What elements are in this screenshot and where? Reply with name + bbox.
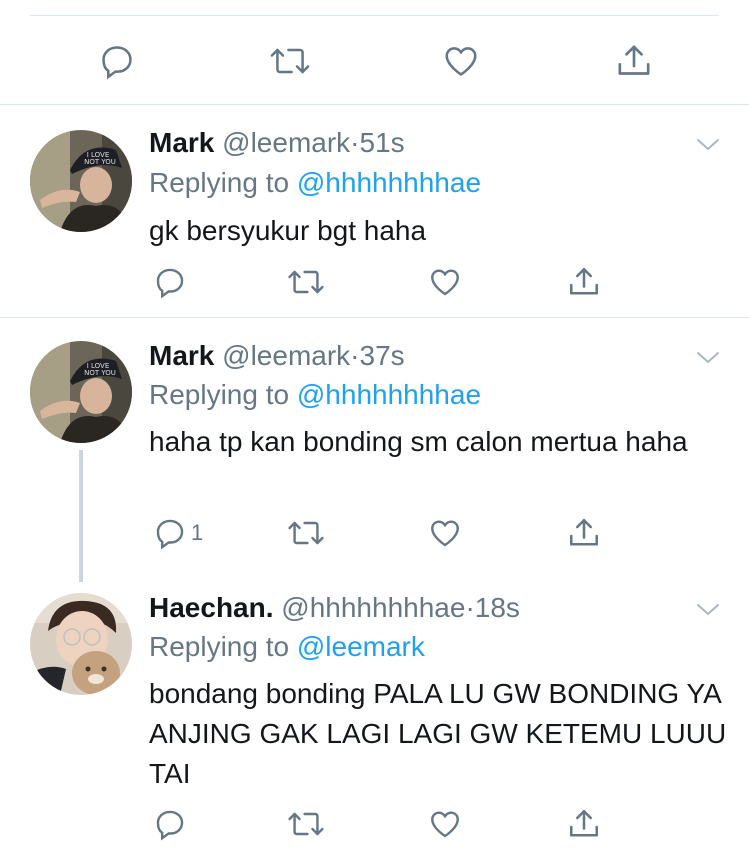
tweet-menu-button[interactable] [694,600,722,625]
retweet-button[interactable] [286,804,326,844]
retweet-icon [288,270,324,294]
tweet-text: gk bersyukur bgt haha [149,215,427,246]
share-button[interactable] [614,41,654,81]
tweet-text: haha tp kan bonding sm calon mertua haha [149,426,688,457]
replying-to-handle[interactable]: @hhhhhhhhae [297,167,481,198]
reply-button[interactable] [98,41,136,81]
reply-icon [156,810,184,841]
separator-dot: · [350,127,360,158]
like-button[interactable] [427,804,463,844]
separator-dot: · [465,592,475,623]
top-action-bar [0,41,749,81]
replying-to-label: Replying to [149,379,290,410]
separator-dot: · [350,340,360,371]
tweet-header: Haechan. @hhhhhhhhae·18s [149,592,520,624]
replying-to-label: Replying to [149,167,290,198]
avatar[interactable] [30,593,132,695]
avatar[interactable]: I LOVE NOT YOU [30,130,132,232]
replying-to-handle[interactable]: @leemark [297,631,425,662]
replying-to-handle[interactable]: @hhhhhhhhae [297,379,481,410]
share-icon [569,518,599,546]
reply-icon [156,519,184,550]
tweet-header: Mark @leemark·51s [149,127,405,159]
display-name[interactable]: Mark [149,340,214,371]
retweet-icon [270,48,310,74]
chevron-down-icon [697,139,719,150]
timestamp[interactable]: 37s [360,340,405,371]
svg-text:NOT YOU: NOT YOU [84,158,116,166]
top-divider [30,15,719,16]
like-button[interactable] [427,513,463,553]
retweet-icon [288,812,324,836]
tweet-text: bondang bonding PALA LU GW BONDING YA AN… [149,678,727,789]
replying-to: Replying to @hhhhhhhhae [149,167,481,199]
share-icon [618,45,650,75]
tweet[interactable]: Haechan. @hhhhhhhhae·18s Replying to @le… [0,578,749,860]
reply-button[interactable]: 1 [153,513,203,553]
avatar[interactable]: I LOVE NOT YOU [30,341,132,443]
reply-count: 1 [191,520,204,545]
like-button[interactable] [427,262,463,302]
chevron-down-icon [697,604,719,615]
display-name[interactable]: Haechan. [149,592,274,623]
tweet[interactable]: I LOVE NOT YOU Mark @leemark·51s Replyin… [0,105,749,317]
retweet-button[interactable] [268,41,312,81]
reply-icon [156,268,184,299]
user-handle[interactable]: @leemark [222,127,350,158]
timestamp[interactable]: 18s [475,592,520,623]
tweet-action-bar: 1 [0,513,749,553]
tweet[interactable]: I LOVE NOT YOU Mark @leemark·37s Replyin… [0,318,749,578]
tweet-menu-button[interactable] [694,135,722,160]
tweet-header: Mark @leemark·37s [149,340,405,372]
like-button[interactable] [441,41,481,81]
user-handle[interactable]: @hhhhhhhhae [281,592,465,623]
replying-to: Replying to @leemark [149,631,425,663]
retweet-icon [288,521,324,545]
share-button[interactable] [566,513,602,553]
reply-button[interactable] [153,262,191,302]
share-icon [569,267,599,295]
retweet-button[interactable] [286,513,326,553]
share-button[interactable] [566,804,602,844]
chevron-down-icon [697,352,719,363]
reply-button[interactable] [153,804,191,844]
svg-text:NOT YOU: NOT YOU [84,369,116,377]
tweet-action-bar [0,262,749,302]
display-name[interactable]: Mark [149,127,214,158]
like-icon [445,47,477,76]
user-handle[interactable]: @leemark [222,340,350,371]
tweet-menu-button[interactable] [694,348,722,373]
timestamp[interactable]: 51s [360,127,405,158]
like-icon [431,811,459,838]
share-button[interactable] [566,262,602,302]
share-icon [569,809,599,837]
retweet-button[interactable] [286,262,326,302]
tweet-action-bar [0,804,749,844]
replying-to: Replying to @hhhhhhhhae [149,379,481,411]
replying-to-label: Replying to [149,631,290,662]
like-icon [431,520,459,547]
like-icon [431,269,459,296]
reply-icon [102,46,132,80]
